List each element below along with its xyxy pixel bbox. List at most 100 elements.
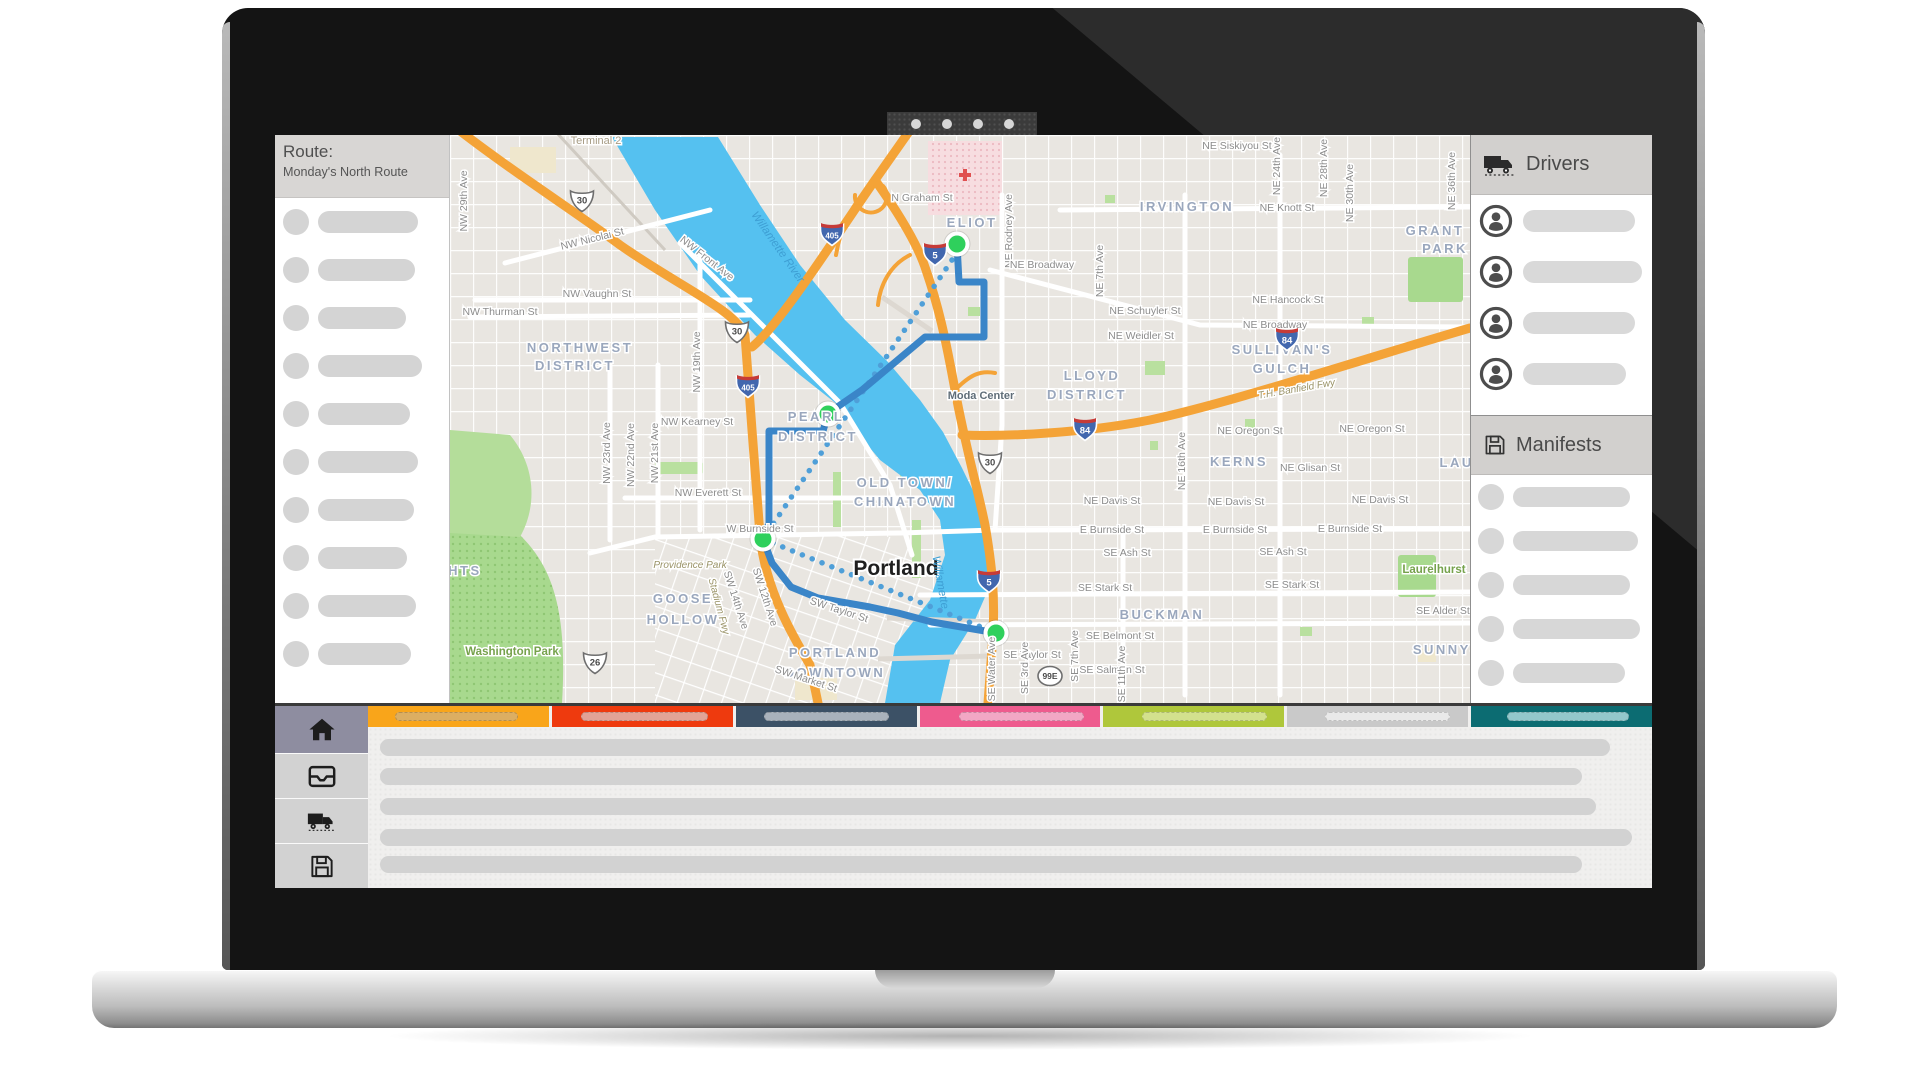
content-line-placeholder: [380, 856, 1582, 873]
map-label: DISTRICT: [778, 429, 858, 444]
stop-placeholder-label: [318, 307, 406, 329]
nav-save-button[interactable]: [275, 844, 368, 888]
svg-text:26: 26: [590, 658, 601, 669]
route-bar-segment-7[interactable]: [1471, 706, 1653, 727]
stop-placeholder-label: [318, 259, 415, 281]
manifests-list: [1471, 475, 1652, 695]
map-label: NE 30th Ave: [1344, 164, 1356, 222]
map-label: SE Stark St: [1265, 579, 1319, 591]
map-label: NE Weidler St: [1108, 330, 1174, 342]
map-label: E Burnside St: [1318, 523, 1382, 535]
window-dots-handle: [887, 112, 1037, 135]
route-bar-segment-label: [763, 712, 889, 721]
driver-row[interactable]: [1471, 195, 1652, 246]
svg-text:30: 30: [985, 458, 996, 469]
map-label: Washington Park: [465, 646, 559, 658]
route-list-item[interactable]: [275, 534, 449, 582]
map-label: OLD TOWN/: [857, 475, 954, 490]
manifest-row[interactable]: [1471, 519, 1652, 563]
map-label: PARK: [1422, 241, 1468, 256]
stop-placeholder-icon: [283, 401, 309, 427]
map-svg[interactable]: Portland NORTHWEST DISTRICT PEARL DISTRICT OL…: [450, 135, 1470, 703]
driver-row[interactable]: [1471, 297, 1652, 348]
stop-placeholder-icon: [283, 305, 309, 331]
highway-shield-99E: 99E: [1037, 665, 1063, 687]
svg-text:405: 405: [825, 232, 839, 241]
route-bar-segment-1[interactable]: [368, 706, 549, 727]
stop-placeholder-label: [318, 211, 418, 233]
route-bar-segment-4[interactable]: [919, 706, 1101, 727]
map-label: NE 16th Ave: [1176, 432, 1188, 490]
route-list-item[interactable]: [275, 438, 449, 486]
map-label: NE Davis St: [1208, 496, 1265, 508]
map-label: Portland: [853, 557, 938, 580]
driver-avatar-icon: [1479, 255, 1513, 289]
truck-icon: [307, 808, 337, 835]
map-label: NE Siskiyou St: [1202, 140, 1272, 152]
driver-row[interactable]: [1471, 246, 1652, 297]
map-label: SE 3rd Ave: [1019, 642, 1031, 695]
route-bar-segment-6[interactable]: [1287, 706, 1469, 727]
manifest-row[interactable]: [1471, 607, 1652, 651]
nav-home-button[interactable]: [275, 706, 368, 753]
window-dot: [1003, 118, 1014, 129]
manifest-placeholder-label: [1513, 487, 1630, 507]
map-label: NW Thurman St: [462, 306, 537, 318]
driver-name-placeholder: [1523, 362, 1626, 385]
map-label: NW Kearney St: [661, 416, 733, 428]
manifests-header[interactable]: Manifests: [1471, 415, 1652, 475]
route-bar-segment-2[interactable]: [551, 706, 733, 727]
route-list-item[interactable]: [275, 630, 449, 678]
map-label: GULCH: [1253, 361, 1312, 376]
drivers-title: Drivers: [1526, 153, 1590, 175]
route-list-item[interactable]: [275, 390, 449, 438]
drivers-header[interactable]: Drivers: [1471, 135, 1652, 195]
bottom-nav: [275, 706, 368, 888]
route-bar-segment-5[interactable]: [1103, 706, 1285, 727]
nav-truck-button[interactable]: [275, 799, 368, 843]
stop-placeholder-label: [318, 595, 416, 617]
manifest-placeholder-icon: [1478, 616, 1504, 642]
stop-placeholder-label: [318, 499, 414, 521]
route-list-item[interactable]: [275, 246, 449, 294]
map-label: LLOYD: [1064, 368, 1121, 383]
map-label: HEIGHTS: [450, 563, 482, 578]
stop-placeholder-icon: [283, 449, 309, 475]
map-label: IRVINGTON: [1140, 199, 1234, 214]
map-label: CHINATOWN: [854, 494, 956, 509]
route-list-item[interactable]: [275, 342, 449, 390]
map-label: NW 22nd Ave: [625, 423, 637, 487]
manifest-row[interactable]: [1471, 563, 1652, 607]
map-label: NW 29th Ave: [458, 170, 470, 231]
map-label: Laurelhurst: [1402, 564, 1465, 576]
route-bar-segment-3[interactable]: [735, 706, 917, 727]
laptop-shadow: [140, 1022, 1780, 1062]
save-icon: [1485, 435, 1505, 455]
map-label: E Burnside St: [1080, 524, 1144, 536]
route-header-label: Route:: [283, 142, 334, 161]
nav-inbox-button[interactable]: [275, 754, 368, 798]
manifest-row[interactable]: [1471, 475, 1652, 519]
route-stop-marker[interactable]: [944, 231, 970, 257]
route-list-item[interactable]: [275, 486, 449, 534]
map-canvas[interactable]: Portland NORTHWEST DISTRICT PEARL DISTRICT OL…: [450, 135, 1470, 703]
route-header: Route: Monday's North Route: [275, 135, 449, 198]
manifest-row[interactable]: [1471, 651, 1652, 695]
route-list-item[interactable]: [275, 294, 449, 342]
route-bar-segment-label: [1507, 712, 1630, 721]
manifest-placeholder-icon: [1478, 572, 1504, 598]
driver-name-placeholder: [1523, 209, 1635, 232]
map-label: DISTRICT: [1047, 387, 1127, 402]
map-label: SE Ash St: [1103, 547, 1150, 559]
driver-row[interactable]: [1471, 348, 1652, 399]
route-list-item[interactable]: [275, 582, 449, 630]
map-label: KERNS: [1210, 454, 1268, 469]
map-label: HOLLOW: [647, 612, 720, 627]
map-label: NE 24th Ave: [1271, 137, 1283, 195]
stop-placeholder-icon: [283, 209, 309, 235]
route-list-item[interactable]: [275, 198, 449, 246]
svg-text:30: 30: [732, 327, 743, 338]
map-label: NW Everett St: [675, 487, 742, 499]
stop-placeholder-label: [318, 643, 411, 665]
route-sidebar: Route: Monday's North Route: [275, 135, 450, 703]
